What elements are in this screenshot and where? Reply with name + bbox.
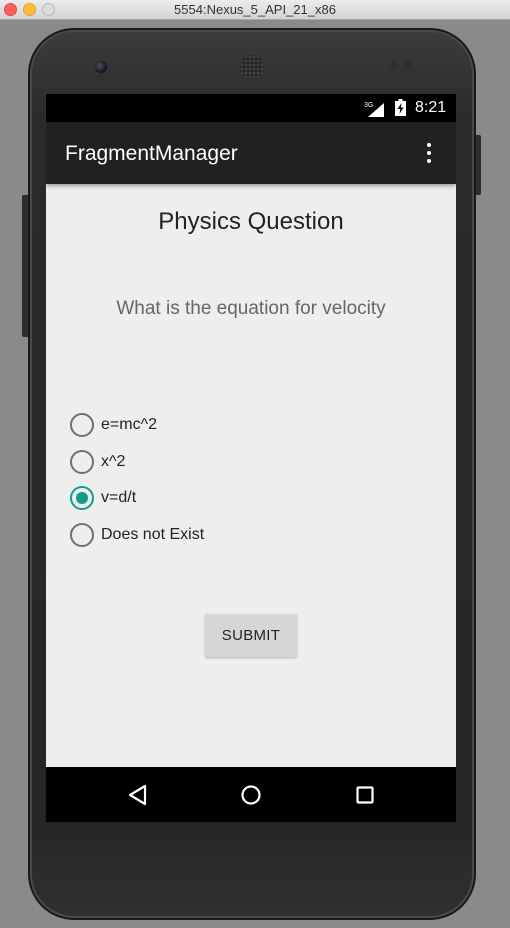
radio-button[interactable] [70,449,94,474]
answer-label: Does not Exist [101,525,205,543]
radio-button-checked[interactable] [70,486,94,511]
status-bar: 3G 8:21 [46,94,456,122]
svg-text:3G: 3G [364,102,373,109]
navigation-bar [46,767,456,822]
answer-option[interactable]: v=d/t [70,480,204,517]
home-circle-icon[interactable] [237,781,265,809]
device-screen: 3G 8:21 FragmentManager Physics Question… [46,94,456,822]
window-title: 5554:Nexus_5_API_21_x86 [174,2,336,17]
radio-button[interactable] [70,413,94,438]
answer-label: v=d/t [101,489,137,507]
earpiece-speaker [240,55,264,79]
question-text: What is the equation for velocity [116,298,386,319]
answer-label: x^2 [101,452,126,470]
app-bar: FragmentManager [46,122,456,184]
question-heading: Physics Question [158,208,344,235]
answer-radio-group: e=mc^2 x^2 v=d/t Does not Exist [70,407,204,553]
back-triangle-icon[interactable] [124,781,152,809]
radio-button[interactable] [70,522,94,547]
more-vert-icon[interactable] [420,141,438,165]
recents-square-icon[interactable] [351,781,379,809]
status-time: 8:21 [415,99,447,116]
emulator-title-bar: 5554:Nexus_5_API_21_x86 [0,0,510,20]
submit-button[interactable]: SUBMIT [205,614,297,657]
light-sensor [404,61,412,69]
signal-3g-icon: 3G [364,102,384,117]
proximity-sensor [390,61,398,69]
answer-option[interactable]: e=mc^2 [70,407,204,444]
front-camera [95,61,107,73]
answer-option[interactable]: x^2 [70,444,204,481]
battery-charging-icon [395,99,406,116]
answer-option[interactable]: Does not Exist [70,517,204,554]
answer-label: e=mc^2 [101,416,157,434]
app-title: FragmentManager [65,142,238,165]
